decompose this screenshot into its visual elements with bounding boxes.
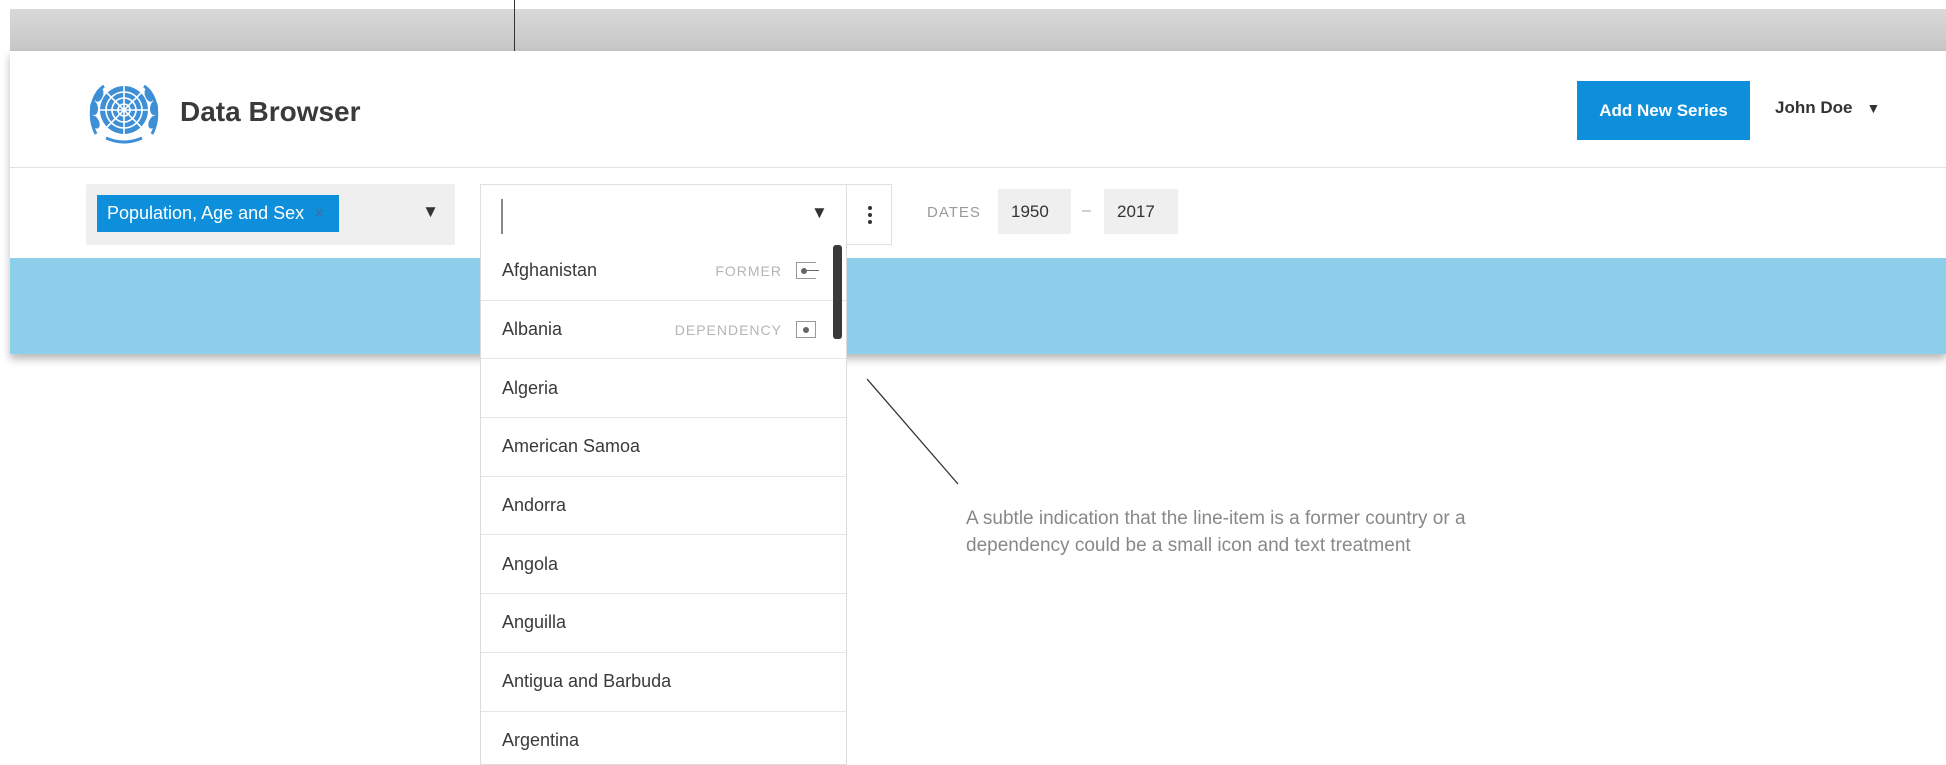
option-label: Afghanistan [502, 260, 598, 281]
app-header: Data Browser Add New Series John Doe ▼ [10, 51, 1946, 168]
filter-bar: Population, Age and Sex × ▼ ▼ DATES 1950… [10, 168, 1946, 258]
list-item[interactable]: Albania DEPENDENCY [481, 301, 846, 360]
option-label: Andorra [502, 495, 567, 516]
country-dropdown-list: Afghanistan FORMER Albania DEPENDENCY Al… [480, 242, 847, 765]
user-name: John Doe [1775, 98, 1853, 117]
date-separator: – [1082, 202, 1091, 219]
country-dropdown-caret-icon[interactable]: ▼ [811, 203, 828, 223]
topic-select[interactable]: Population, Age and Sex × ▼ [86, 184, 455, 245]
text-cursor [501, 199, 503, 234]
user-menu[interactable]: John Doe ▼ [1775, 95, 1880, 121]
topic-dropdown-caret-icon[interactable]: ▼ [422, 202, 439, 222]
annotation-note: A subtle indication that the line-item i… [966, 508, 1466, 556]
list-item[interactable]: Argentina [481, 712, 846, 765]
date-from-input[interactable]: 1950 [998, 189, 1071, 234]
dependency-icon [796, 321, 816, 339]
option-label: American Samoa [502, 436, 641, 457]
more-options-icon[interactable] [846, 185, 892, 244]
annotation-pointer-diagonal [866, 378, 959, 485]
app-title: Data Browser [180, 96, 361, 127]
un-emblem-logo [89, 84, 159, 144]
former-icon [796, 262, 819, 280]
option-label: Anguilla [502, 612, 567, 633]
chip-remove-icon[interactable]: × [314, 203, 325, 224]
list-item[interactable]: Andorra [481, 477, 846, 536]
option-label: Argentina [502, 729, 580, 750]
option-tag: DEPENDENCY [674, 321, 782, 338]
option-label: Antigua and Barbuda [502, 671, 672, 692]
user-menu-caret-icon: ▼ [1866, 100, 1881, 116]
dates-label: DATES [927, 204, 981, 221]
app-panel: Data Browser Add New Series John Doe ▼ P… [10, 51, 1946, 354]
list-item[interactable]: Afghanistan FORMER [481, 242, 846, 301]
option-label: Algeria [502, 377, 559, 398]
list-item[interactable]: Angola [481, 535, 846, 595]
list-item[interactable]: American Samoa [481, 418, 846, 477]
list-item[interactable]: Algeria [481, 359, 846, 419]
topic-chip-label: Population, Age and Sex [107, 203, 305, 223]
date-to-input[interactable]: 2017 [1104, 189, 1178, 234]
topic-chip: Population, Age and Sex × [97, 195, 339, 232]
option-tag: FORMER [715, 262, 782, 279]
list-item[interactable]: Antigua and Barbuda [481, 653, 846, 712]
list-item[interactable]: Anguilla [481, 594, 846, 653]
content-strip [10, 258, 1946, 354]
option-label: Albania [502, 319, 563, 340]
add-new-series-button[interactable]: Add New Series [1577, 81, 1750, 140]
top-grey-band [10, 9, 1946, 51]
dropdown-scrollbar[interactable] [833, 245, 842, 339]
country-search-select[interactable]: ▼ [480, 184, 892, 245]
option-label: Angola [502, 553, 559, 574]
